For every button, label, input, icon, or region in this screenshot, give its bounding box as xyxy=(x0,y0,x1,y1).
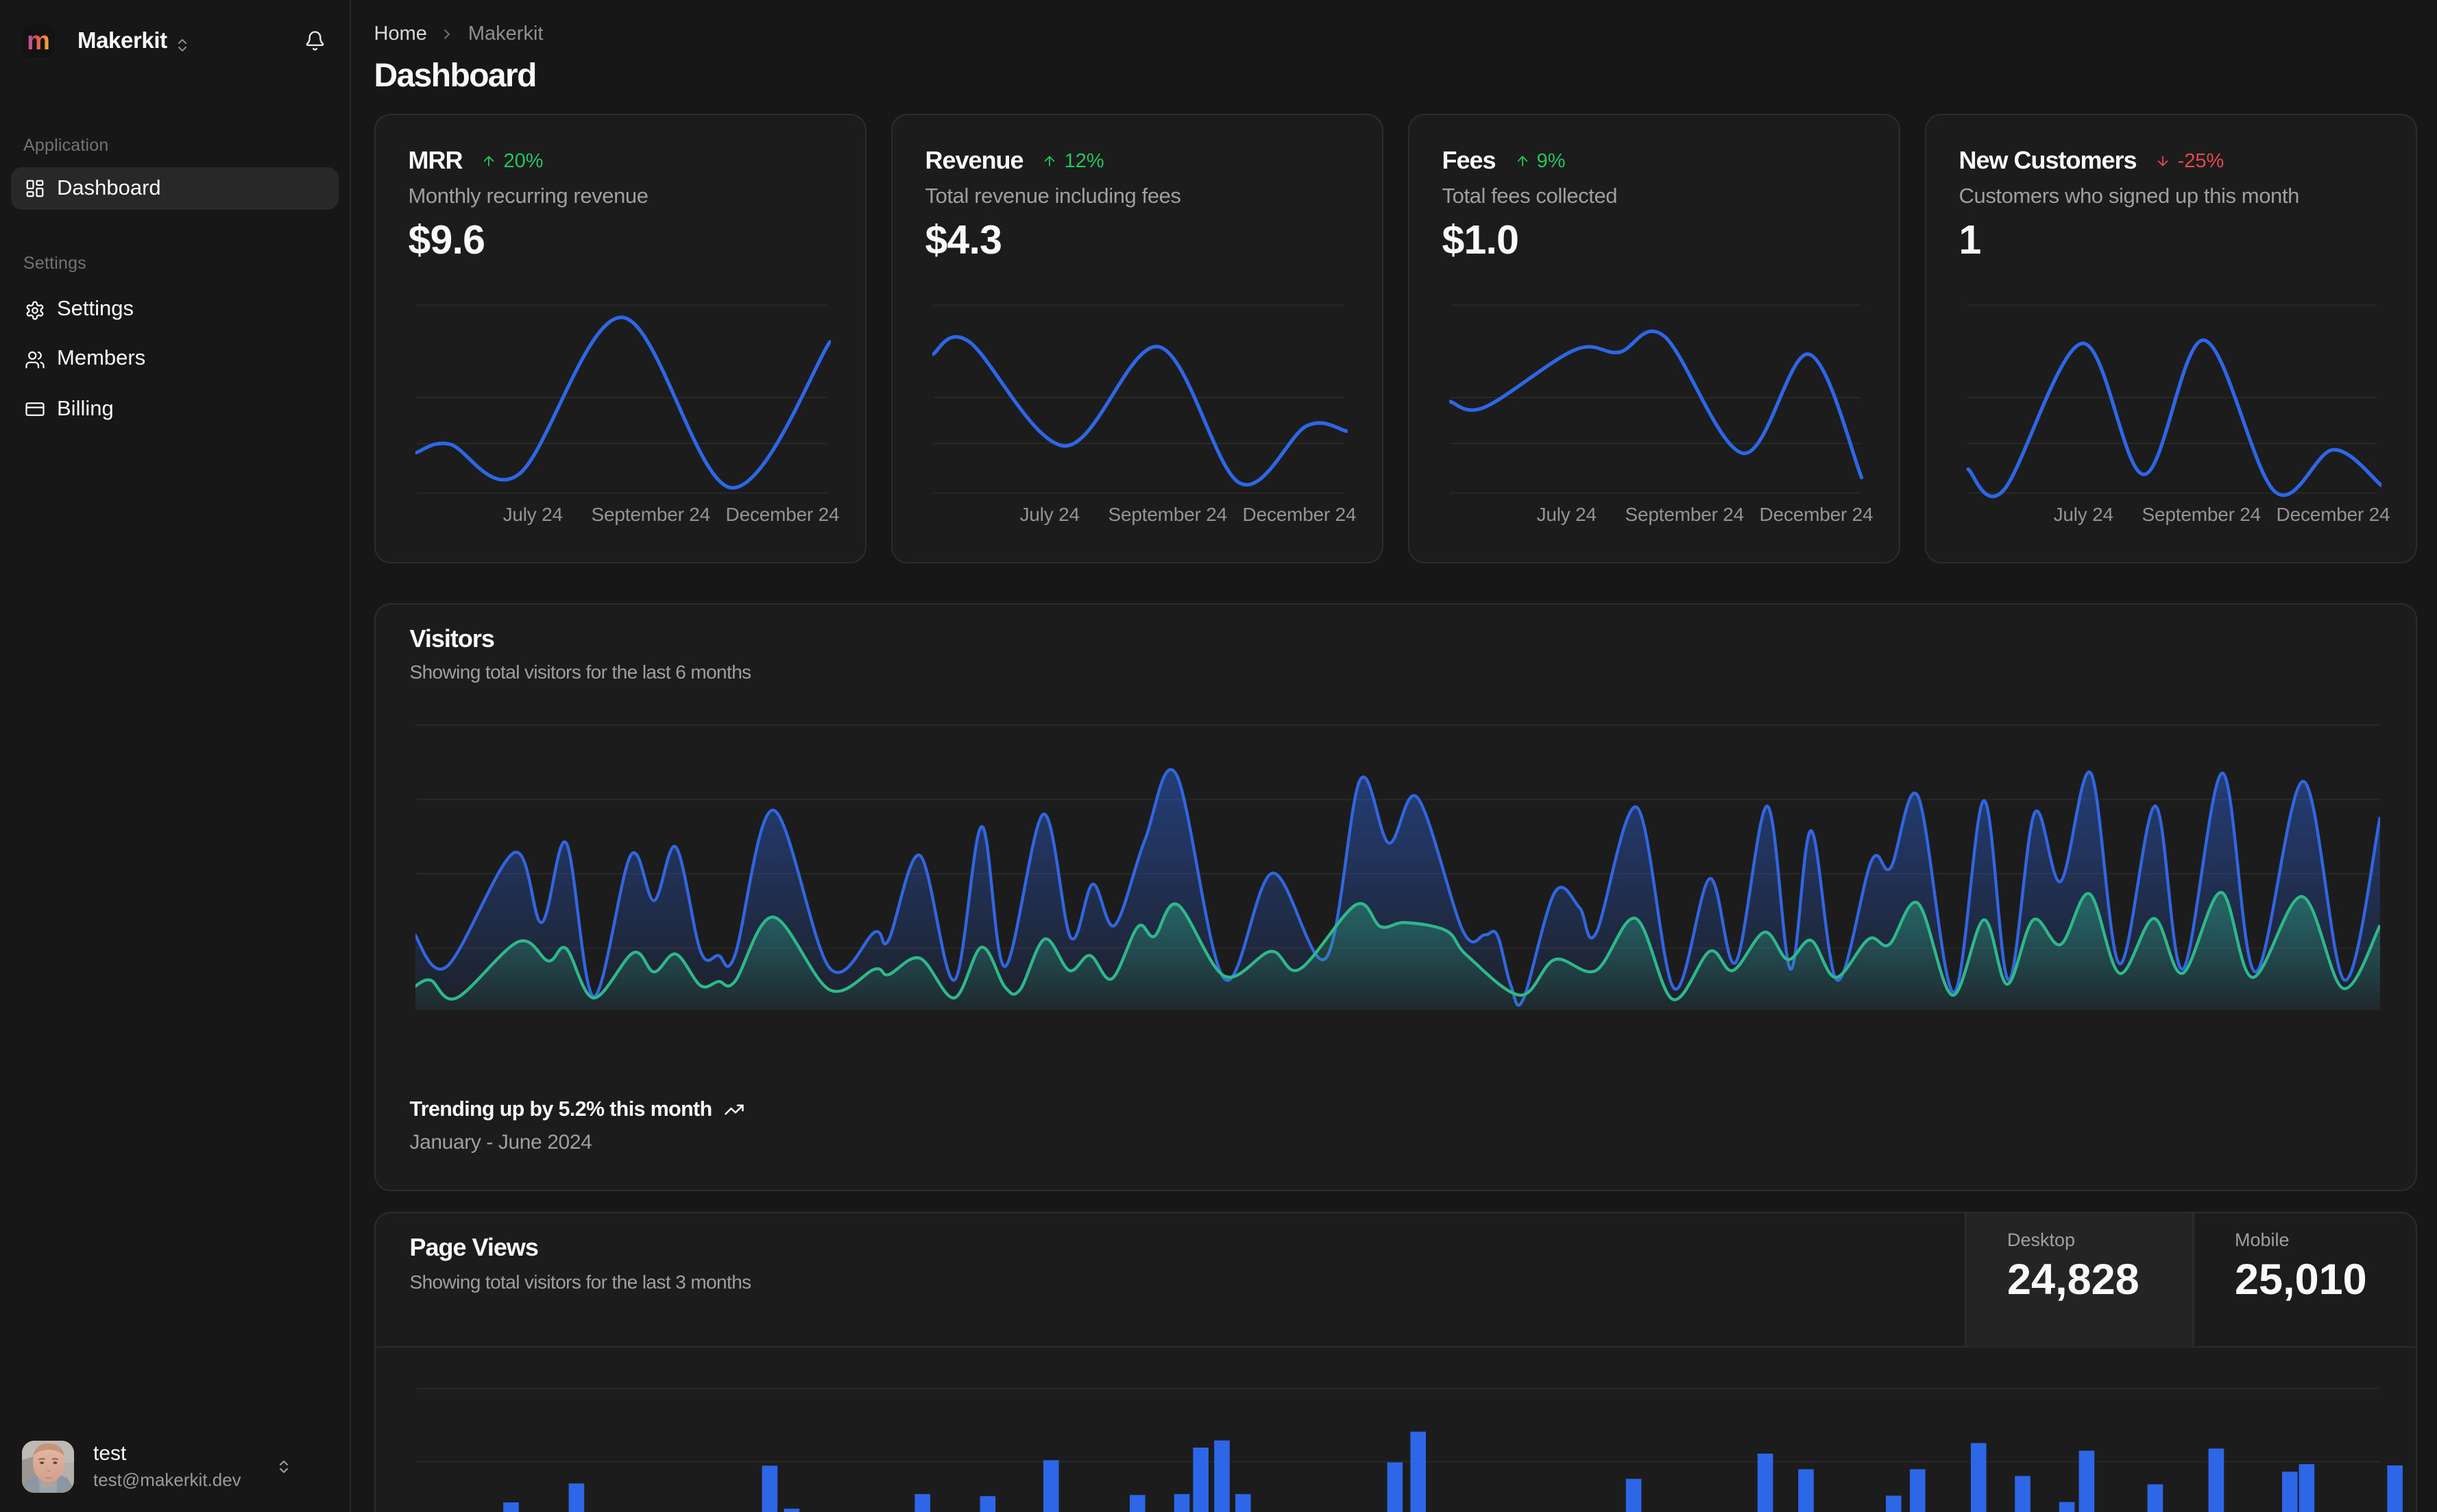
svg-text:m: m xyxy=(27,27,50,56)
